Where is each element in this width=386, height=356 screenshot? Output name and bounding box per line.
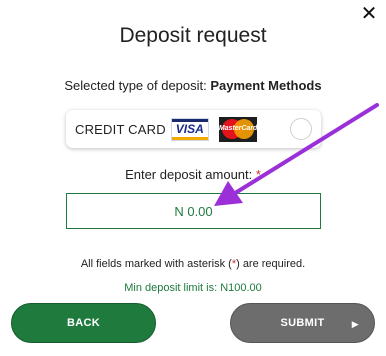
- payment-method-radio[interactable]: [290, 118, 312, 140]
- submit-button[interactable]: SUBMIT ▶: [230, 303, 375, 343]
- submit-button-label: SUBMIT: [280, 317, 325, 329]
- deposit-amount-label-text: Enter deposit amount:: [125, 167, 256, 182]
- chevron-right-icon: ▶: [351, 318, 359, 329]
- back-button[interactable]: BACK: [11, 303, 156, 343]
- selected-deposit-prefix: Selected type of deposit:: [64, 78, 211, 93]
- back-button-label: BACK: [67, 317, 100, 329]
- visa-logo: VISA: [170, 117, 209, 141]
- mastercard-logo: MasterCard: [218, 116, 257, 142]
- deposit-amount-input[interactable]: [66, 193, 321, 229]
- required-note-suffix: ) are required.: [236, 258, 306, 270]
- selected-deposit-type: Selected type of deposit: Payment Method…: [0, 78, 386, 93]
- close-icon[interactable]: ✕: [358, 2, 380, 25]
- visa-logo-text: VISA: [175, 121, 204, 136]
- payment-method-label: CREDIT CARD: [75, 121, 166, 137]
- selected-deposit-value: Payment Methods: [210, 78, 322, 93]
- required-asterisk: *: [255, 167, 261, 182]
- payment-method-option[interactable]: CREDIT CARD VISA MasterCard: [66, 110, 321, 148]
- mastercard-logo-text: MasterCard: [218, 124, 257, 132]
- dialog-title: Deposit request: [119, 24, 267, 47]
- deposit-amount-label: Enter deposit amount: *: [0, 167, 386, 182]
- required-note-prefix: All fields marked with asterisk (: [80, 258, 232, 270]
- min-deposit-limit: Min deposit limit is: N100.00: [124, 282, 262, 294]
- required-fields-note: All fields marked with asterisk (*) are …: [0, 258, 386, 270]
